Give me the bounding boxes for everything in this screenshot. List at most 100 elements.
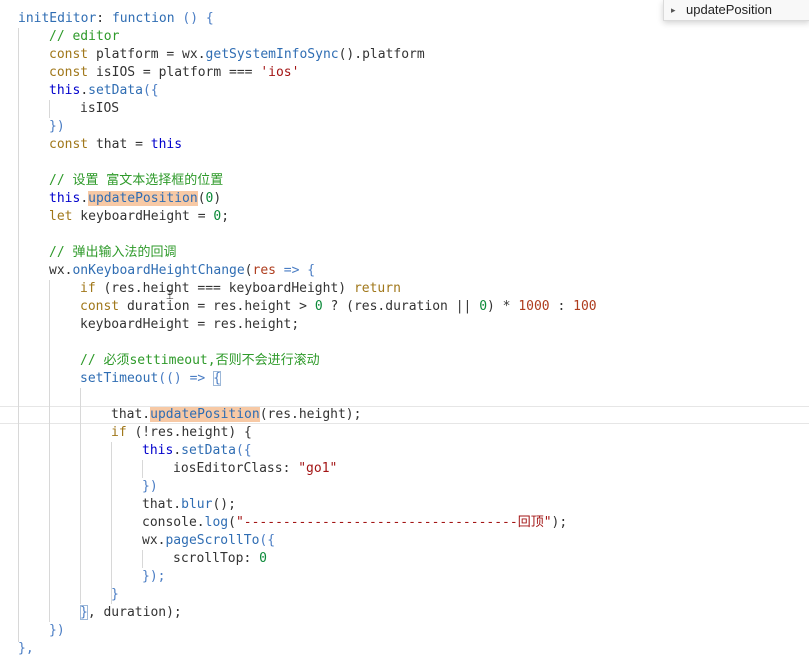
code-line[interactable]: if (res.height === keyboardHeight) retur… [80, 280, 401, 298]
code-line[interactable]: this.setData({ [49, 82, 159, 100]
code-token: res [252, 263, 276, 278]
code-token: wx. [142, 533, 166, 548]
code-number: 100 [573, 299, 597, 314]
code-line[interactable]: this.setData({ [142, 442, 252, 460]
code-token: initEditor [18, 11, 97, 26]
code-string: "go1" [298, 461, 338, 476]
code-token: setData [88, 83, 143, 98]
code-line[interactable]: }); [142, 568, 165, 586]
code-string: 'ios' [260, 65, 300, 80]
code-line[interactable]: const that = this [49, 136, 182, 154]
code-line[interactable]: this.updatePosition(0) [49, 190, 221, 208]
code-line[interactable]: }, [18, 640, 34, 658]
code-token: ) * [487, 299, 519, 314]
code-token: : [96, 11, 112, 26]
code-line-current[interactable]: that.updatePosition(res.height); [111, 406, 361, 424]
code-token: duration = res.height > [119, 299, 315, 314]
code-line[interactable]: }, duration); [80, 604, 182, 622]
code-token: () { [174, 11, 214, 26]
code-line[interactable]: wx.pageScrollTo({ [142, 532, 275, 550]
code-line[interactable]: that.blur(); [142, 496, 236, 514]
chevron-right-icon[interactable]: ▸ [671, 2, 676, 18]
code-token: that = [88, 137, 151, 152]
code-token: isIOS [80, 101, 120, 116]
code-token: keyboardHeight = res.height; [80, 317, 300, 332]
code-token: onKeyboardHeightChange [72, 263, 245, 278]
code-number: 0 [259, 551, 267, 566]
code-number: 0 [314, 299, 323, 314]
code-token: scrollTop: [173, 551, 260, 566]
code-token: keyboardHeight = [72, 209, 214, 224]
code-line[interactable]: }) [142, 478, 158, 496]
code-token: platform = wx. [88, 47, 206, 62]
code-token: (res.height === keyboardHeight) [95, 281, 354, 296]
code-token: (); [212, 497, 236, 512]
code-token: . [173, 443, 182, 458]
code-line[interactable]: keyboardHeight = res.height; [80, 316, 299, 334]
code-token: ({ [142, 83, 159, 98]
code-token: ({ [235, 443, 252, 458]
code-line[interactable]: console.log("---------------------------… [142, 514, 567, 532]
code-token: this [49, 191, 81, 206]
code-token: (() => [158, 371, 214, 386]
code-line[interactable]: wx.onKeyboardHeightChange(res => { [49, 262, 315, 280]
code-token: that. [111, 407, 151, 422]
code-token: isIOS = platform === [88, 65, 261, 80]
search-match-highlight: updatePosition [150, 407, 260, 422]
code-token: this [49, 83, 81, 98]
code-editor[interactable]: initEditor: function () { // editor cons… [0, 0, 809, 665]
code-number: 0 [479, 299, 488, 314]
code-token: setData [181, 443, 236, 458]
bracket-match: { [213, 371, 221, 386]
code-token: return [353, 281, 401, 296]
code-comment: // 设置 富文本选择框的位置 [49, 173, 224, 188]
code-token: . [80, 191, 89, 206]
outline-item-label[interactable]: updatePosition [686, 1, 772, 19]
code-token: ); [551, 515, 568, 530]
code-line[interactable]: const isIOS = platform === 'ios' [49, 64, 299, 82]
code-token: getSystemInfoSync [205, 47, 339, 62]
code-token: }) [49, 119, 65, 134]
indent-guide [49, 100, 50, 118]
code-token: this [142, 443, 174, 458]
code-line[interactable]: // editor [49, 28, 119, 46]
code-token: : [549, 299, 574, 314]
code-line[interactable]: const duration = res.height > 0 ? (res.d… [80, 298, 597, 316]
code-token: } [111, 587, 119, 602]
code-token: ( [244, 263, 253, 278]
code-line[interactable]: setTimeout(() => { [80, 370, 221, 388]
code-line[interactable]: // 必须settimeout,否则不会进行滚动 [80, 352, 320, 370]
indent-guide [18, 28, 19, 642]
code-token: (res.height); [259, 407, 362, 422]
code-line[interactable]: // 弹出输入法的回调 [49, 244, 176, 262]
code-token: const [49, 47, 89, 62]
code-line[interactable]: const platform = wx.getSystemInfoSync().… [49, 46, 425, 64]
code-token: . [80, 83, 89, 98]
code-line[interactable]: // 设置 富文本选择框的位置 [49, 172, 223, 190]
indent-guide [80, 388, 81, 604]
code-token: (!res.height) { [126, 425, 252, 440]
code-line[interactable]: } [111, 586, 119, 604]
code-line[interactable]: let keyboardHeight = 0; [49, 208, 229, 226]
code-token: }); [142, 569, 166, 584]
code-token: , duration); [87, 605, 182, 620]
code-token: wx. [49, 263, 73, 278]
code-token: console. [142, 515, 205, 530]
code-token: let [49, 209, 73, 224]
code-line[interactable]: initEditor: function () { [18, 10, 214, 28]
code-token: ().platform [338, 47, 425, 62]
outline-popup[interactable]: ▸ updatePosition [663, 0, 809, 21]
code-comment: // 必须settimeout,否则不会进行滚动 [80, 353, 320, 368]
code-line[interactable]: iosEditorClass: "go1" [173, 460, 337, 478]
code-token: => { [275, 263, 316, 278]
code-line[interactable]: scrollTop: 0 [173, 550, 267, 568]
code-line[interactable]: }) [49, 622, 65, 640]
code-line[interactable]: isIOS [80, 100, 119, 118]
code-token: ( [197, 191, 206, 206]
code-token: ; [221, 209, 230, 224]
code-line[interactable]: if (!res.height) { [111, 424, 252, 442]
code-comment: // editor [49, 29, 120, 44]
code-line[interactable]: }) [49, 118, 65, 136]
indent-guide [111, 442, 112, 604]
code-token: ( [228, 515, 236, 530]
